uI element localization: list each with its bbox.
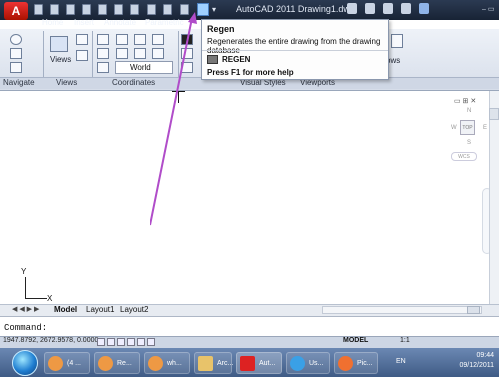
taskbar-item[interactable]: Re... (94, 352, 140, 374)
tooltip-help: Press F1 for more help (207, 68, 294, 77)
tooltip-description: Regenerates the entire drawing from the … (207, 37, 381, 55)
redo-icon[interactable] (130, 4, 139, 15)
info-center[interactable] (347, 3, 477, 17)
clock-date[interactable]: 09/12/2011 (448, 362, 494, 369)
scrollbar-thumb[interactable] (489, 108, 499, 120)
plot-icon[interactable] (98, 4, 107, 15)
viewport-controls[interactable]: ▭ ⊞ ✕ (454, 97, 476, 105)
viewcube-south[interactable]: S (467, 140, 471, 146)
horizontal-scrollbar[interactable] (322, 306, 482, 314)
coordinate-readout[interactable]: 1947.8792, 2672.9578, 0.0000 (3, 337, 98, 344)
taskbar-item[interactable]: Us... (286, 352, 330, 374)
tooltip-divider (202, 50, 388, 51)
ucs-x-axis (25, 298, 47, 299)
ucs-y-icon[interactable] (134, 48, 146, 59)
undo-icon[interactable] (114, 4, 123, 15)
ucs-y-label: Y (21, 267, 27, 276)
taskbar-item[interactable]: Arc... (194, 352, 233, 374)
drafting-toggles[interactable] (97, 338, 167, 346)
window-icon[interactable] (391, 34, 403, 48)
taskbar-item[interactable]: wh... (144, 352, 190, 374)
language-indicator[interactable]: EN (396, 358, 406, 365)
ucs-x-icon[interactable] (116, 48, 128, 59)
tab-home[interactable]: Home (42, 18, 63, 27)
ucs-icon[interactable] (97, 34, 109, 45)
ucs-y-axis (25, 277, 26, 299)
taskbar-item[interactable]: Pic... (334, 352, 378, 374)
ucs-3point-icon[interactable] (97, 48, 109, 59)
horizontal-scrollbar-thumb[interactable] (467, 306, 480, 314)
system-tray[interactable] (412, 356, 446, 368)
taskbar-item-autocad[interactable]: Aut... (236, 352, 282, 374)
ucs-named-icon[interactable] (116, 34, 128, 45)
named-views-icon[interactable] (50, 36, 68, 52)
qat-dropdown-icon[interactable]: ▾ (212, 5, 216, 14)
start-button[interactable] (12, 350, 38, 376)
tab-annotate[interactable]: Annotate (104, 18, 136, 27)
ucs-x-label: X (47, 294, 53, 303)
command-icon (207, 55, 218, 64)
help-icon[interactable] (419, 3, 429, 14)
subscription-icon[interactable] (365, 3, 375, 14)
zoom-icon[interactable] (10, 62, 22, 73)
tab-nav-arrows[interactable]: ◀ ◀ ▶ ▶ (12, 305, 39, 313)
tooltip-title: Regen (207, 24, 235, 34)
new-icon[interactable] (34, 4, 43, 15)
steeringwheel-icon[interactable] (10, 34, 22, 45)
tab-model[interactable]: Model (52, 305, 79, 314)
tab-layout2[interactable]: Layout2 (118, 305, 150, 314)
open-icon[interactable] (50, 4, 59, 15)
regen-tooltip: Regen Regenerates the entire drawing fro… (201, 19, 389, 80)
window-title: AutoCAD 2011 Drawing1.dwg (236, 4, 355, 14)
command-window[interactable] (0, 316, 499, 336)
annotation-scale[interactable]: 1:1 (400, 337, 410, 344)
favorites-icon[interactable] (401, 3, 411, 14)
views-button-label[interactable]: Views (50, 55, 71, 64)
viewcube-east[interactable]: E (483, 125, 487, 131)
tab-insert[interactable]: Insert (74, 18, 94, 27)
application-menu-button[interactable]: A (4, 2, 28, 20)
viewcube-north[interactable]: N (467, 108, 471, 114)
panel-coordinates[interactable]: Coordinates (112, 78, 155, 87)
viewcube-west[interactable]: W (451, 125, 457, 131)
tooltip-command: REGEN (222, 55, 251, 64)
panel-navigate[interactable]: Navigate (3, 78, 35, 87)
clock-time[interactable]: 09:44 (452, 352, 494, 359)
save-icon[interactable] (66, 4, 75, 15)
vertical-scrollbar[interactable] (489, 91, 499, 304)
search-icon[interactable] (347, 3, 357, 14)
viewcube-top-face[interactable]: TOP (460, 120, 475, 135)
wcs-menu[interactable]: WCS (451, 152, 477, 161)
command-prompt[interactable]: Command: (4, 323, 47, 333)
communication-icon[interactable] (383, 3, 393, 14)
drawing-area[interactable] (0, 91, 489, 304)
window-controls[interactable]: – ▭ (482, 5, 496, 15)
pan-icon[interactable] (10, 48, 22, 59)
view-manager-icon[interactable] (76, 34, 88, 45)
ucs-origin-icon[interactable] (134, 34, 146, 45)
annotation-arrow (150, 12, 197, 226)
tab-layout1[interactable]: Layout1 (84, 305, 116, 314)
ucs-object-icon[interactable] (97, 62, 109, 73)
saveas-icon[interactable] (82, 4, 91, 15)
model-space-label[interactable]: MODEL (343, 337, 368, 344)
taskbar-item[interactable]: (4 ... (44, 352, 90, 374)
world-label: World (130, 63, 151, 72)
panel-views[interactable]: Views (56, 78, 77, 87)
camera-icon[interactable] (76, 50, 88, 61)
